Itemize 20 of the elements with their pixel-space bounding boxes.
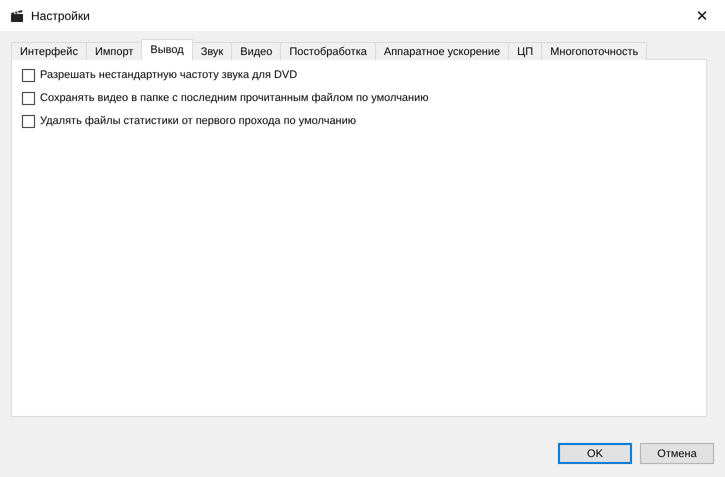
tab[interactable]: Видео: [231, 42, 282, 60]
close-button[interactable]: ✕: [679, 0, 725, 31]
checkbox[interactable]: [22, 92, 35, 104]
tab[interactable]: Аппаратное ускорение: [374, 42, 510, 60]
clapperboard-icon: [10, 8, 24, 22]
tab[interactable]: Интерфейс: [11, 42, 87, 60]
tab[interactable]: Вывод: [141, 39, 193, 60]
ok-button[interactable]: OK: [558, 443, 632, 464]
checkbox-label: Сохранять видео в папке с последним прочитанным файлом по умолчанию: [40, 92, 429, 104]
tab[interactable]: Импорт: [86, 42, 142, 60]
checkbox-label: Удалять файлы статистики от первого прохода по умолчанию: [40, 115, 356, 127]
checkbox-label: Разрешать нестандартную частоту звука для DVD: [40, 69, 298, 81]
window-title: Настройки: [31, 8, 91, 22]
tab[interactable]: ЦП: [508, 42, 542, 60]
checkbox[interactable]: [22, 114, 35, 128]
tab[interactable]: Звук: [192, 42, 232, 60]
tab[interactable]: Постобработка: [280, 42, 376, 60]
cancel-button[interactable]: Отмена: [640, 443, 714, 464]
checkbox[interactable]: [22, 68, 35, 82]
tab[interactable]: Многопоточность: [541, 42, 648, 60]
